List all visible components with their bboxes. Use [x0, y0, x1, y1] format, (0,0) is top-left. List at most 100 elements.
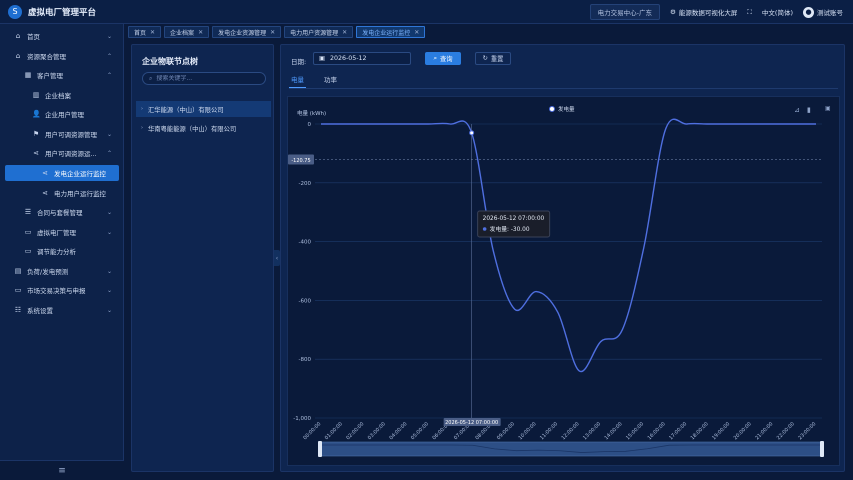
sidebar-item-label: 企业用户管理: [45, 111, 84, 119]
data-point: [469, 130, 475, 136]
tab-energy[interactable]: 电量: [289, 74, 306, 88]
language-selector[interactable]: 中文(简体): [762, 7, 793, 17]
sidebar-item-label: 首页: [27, 33, 40, 41]
zoom-handle-right: [820, 441, 824, 457]
x-tick-label: 21:00:00: [754, 421, 774, 441]
tab-generation-monitor[interactable]: 发电企业运行监控 ✕: [356, 26, 426, 38]
chevron-up-icon: ⌃: [106, 149, 112, 157]
chevron-down-icon: ⌄: [106, 32, 112, 40]
building-icon: ▥: [32, 91, 40, 99]
chevron-down-icon: ⌄: [106, 286, 112, 294]
sidebar-item-enterprise-archive[interactable]: ▥ 企业档案: [0, 87, 124, 103]
sidebar-item-market-trading[interactable]: ▭ 市场交易决策与申报 ⌄: [0, 282, 124, 298]
chevron-down-icon: ⌄: [106, 130, 112, 138]
sidebar-item-label: 合同与套餐管理: [37, 209, 83, 217]
market-selector[interactable]: 电力交易中心-广东: [589, 4, 661, 20]
tab-consumer-resources[interactable]: 电力用户资源管理 ✕: [284, 26, 354, 38]
x-tick-label: 16:00:00: [647, 421, 667, 441]
line-chart-icon: ⊿: [794, 106, 800, 114]
x-tick-label: 04:00:00: [388, 421, 408, 441]
fullscreen-button[interactable]: ⛶: [747, 8, 752, 17]
sidebar-collapse-button[interactable]: ≡: [0, 460, 124, 480]
x-tick-label: 03:00:00: [367, 421, 387, 441]
x-tick-label: 17:00:00: [668, 421, 688, 441]
tooltip-title: 2026-05-12 07:00:00: [483, 216, 545, 222]
sidebar-item-adjustable-resource-ops[interactable]: ⋖ 用户可调资源运... ⌃: [0, 145, 124, 161]
gear-icon: ⚙: [670, 8, 676, 16]
legend-label: 发电量: [558, 105, 575, 113]
chevron-left-icon: ‹: [275, 254, 279, 262]
reset-button[interactable]: ↻ 重置: [475, 52, 511, 65]
sidebar-item-label: 市场交易决策与申报: [27, 287, 86, 295]
tab-power[interactable]: 功率: [322, 74, 339, 88]
caret-right-icon: ›: [141, 125, 143, 131]
close-icon[interactable]: ✕: [150, 29, 155, 36]
sidebar-item-home[interactable]: ⌂ 首页 ⌄: [0, 28, 124, 44]
sidebar-item-label: 电力用户运行监控: [54, 190, 106, 198]
tab-label: 电力用户资源管理: [290, 29, 339, 37]
user-name: 测试账号: [817, 9, 843, 17]
sidebar-item-contracts[interactable]: ☰ 合同与套餐管理 ⌄: [0, 204, 124, 220]
sidebar-item-forecast[interactable]: ▤ 负荷/发电预测 ⌄: [0, 263, 124, 279]
grid-icon: ▦: [24, 71, 32, 79]
sidebar-item-label: 用户可调资源管理: [45, 131, 97, 139]
query-button[interactable]: ⌕ 查询: [425, 52, 461, 65]
sidebar-item-label: 用户可调资源运...: [45, 150, 97, 158]
x-tick-label: 05:00:00: [410, 421, 430, 441]
monitor-icon: ▭: [24, 228, 32, 236]
close-icon[interactable]: ✕: [270, 29, 275, 36]
x-tick-label: 11:00:00: [539, 421, 559, 441]
tab-enterprise-archive[interactable]: 企业档案 ✕: [164, 26, 210, 38]
sidebar-item-generation-monitor[interactable]: ⋖ 发电企业运行监控: [5, 165, 119, 181]
metric-tabs: 电量 功率: [289, 74, 339, 88]
top-header: S 虚拟电厂管理平台 电力交易中心-广东 ⚙ 能源数据可视化大屏 ⛶ 中文(简体…: [0, 0, 853, 24]
tree-node-huihua[interactable]: › 汇华能源（中山）有限公司: [136, 101, 271, 117]
tree-node-label: 汇华能源（中山）有限公司: [148, 106, 224, 114]
monitor-icon: ▭: [24, 247, 32, 255]
date-label: 日期:: [291, 58, 307, 66]
sliders-icon: ☷: [14, 306, 22, 314]
chevron-down-icon: ⌄: [106, 267, 112, 275]
close-icon[interactable]: ✕: [414, 29, 419, 36]
save-image-icon: ▣: [825, 105, 831, 112]
share-icon: ⋖: [42, 169, 48, 177]
x-tick-label: 13:00:00: [582, 421, 602, 441]
energy-chart: 电量 (kWh) 0 -200 -400 -600 -800 -1,000 00:00:00 0…: [287, 96, 840, 466]
query-label: 查询: [439, 56, 453, 63]
sidebar-item-vpp-management[interactable]: ▭ 虚拟电厂管理 ⌄: [0, 224, 124, 240]
sidebar-item-label: 发电企业运行监控: [54, 170, 106, 178]
flag-icon: ⚑: [32, 130, 40, 138]
tree-node-huanan[interactable]: › 华南粤能能源（中山）有限公司: [136, 120, 271, 136]
tab-generation-resources[interactable]: 发电企业资源管理 ✕: [212, 26, 282, 38]
sidebar-item-regulation-analysis[interactable]: ▭ 调节能力分析: [0, 243, 124, 259]
user-menu[interactable]: ● 测试账号: [803, 6, 843, 18]
pointer-x-label: 2026-05-12 07:00:00: [445, 420, 498, 426]
refresh-icon: ↻: [482, 55, 488, 62]
date-picker[interactable]: ▣ 2026-05-12: [313, 52, 411, 65]
close-icon[interactable]: ✕: [198, 29, 203, 36]
menu-icon: ≡: [58, 465, 66, 476]
tree-search-input[interactable]: [156, 75, 257, 82]
tab-home[interactable]: 首页 ✕: [128, 26, 162, 38]
sidebar-item-label: 虚拟电厂管理: [37, 229, 76, 237]
energy-screen-link[interactable]: ⚙ 能源数据可视化大屏: [670, 7, 737, 17]
x-tick-label: 00:00:00: [302, 421, 322, 441]
tab-label: 首页: [134, 29, 147, 37]
sidebar-item-label: 企业档案: [45, 92, 71, 100]
sidebar-item-enterprise-users[interactable]: 👤 企业用户管理: [0, 106, 124, 122]
share-icon: ⋖: [42, 189, 48, 197]
close-icon[interactable]: ✕: [342, 29, 347, 36]
list-icon: ☰: [24, 208, 32, 216]
tab-label: 发电企业运行监控: [362, 29, 411, 37]
sidebar-item-adjustable-resources[interactable]: ⚑ 用户可调资源管理 ⌄: [0, 126, 124, 142]
sidebar-item-customer-management[interactable]: ▦ 客户管理 ⌃: [0, 67, 124, 83]
sidebar: ⌂ 首页 ⌄ ⌂ 资源聚合管理 ⌃ ▦ 客户管理 ⌃ ▥ 企业档案 👤 企业用户…: [0, 24, 124, 480]
sidebar-item-system-settings[interactable]: ☷ 系统设置 ⌄: [0, 302, 124, 318]
caret-right-icon: ›: [141, 106, 143, 112]
y-tick-label: -200: [299, 181, 312, 187]
header-actions: 电力交易中心-广东 ⚙ 能源数据可视化大屏 ⛶ 中文(简体) ● 测试账号: [589, 0, 843, 24]
sidebar-item-label: 调节能力分析: [37, 248, 76, 256]
sidebar-item-consumer-monitor[interactable]: ⋖ 电力用户运行监控: [0, 185, 124, 201]
sidebar-item-resource-aggregation[interactable]: ⌂ 资源聚合管理 ⌃: [0, 48, 124, 64]
chart-icon: ▤: [14, 267, 22, 275]
